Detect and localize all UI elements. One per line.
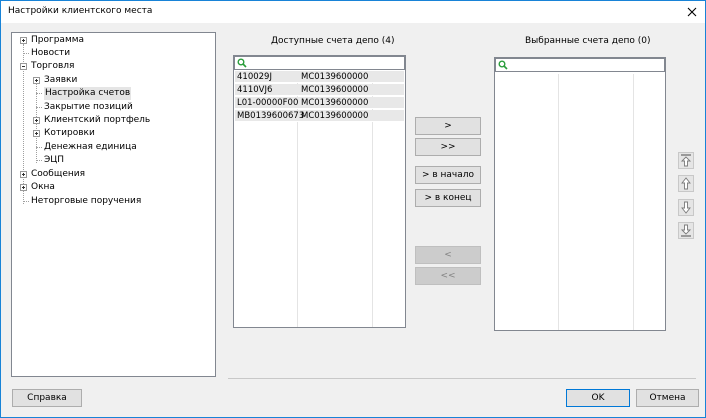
column-divider — [558, 74, 559, 330]
cancel-button[interactable]: Отмена — [636, 389, 699, 407]
move-to-bottom-icon — [680, 224, 692, 237]
title-bar: Настройки клиентского места — [1, 1, 705, 23]
move-to-start-button[interactable]: > в начало — [415, 166, 481, 184]
remove-all-button[interactable]: << — [415, 267, 481, 285]
close-button[interactable] — [679, 1, 705, 23]
footer-separator — [228, 378, 696, 379]
settings-dialog: Настройки клиентского места Программа Но… — [0, 0, 706, 418]
expand-icon[interactable] — [33, 130, 40, 137]
close-icon — [687, 7, 697, 17]
selected-accounts-title: Выбранные счета депо (0) — [525, 36, 651, 46]
table-row[interactable]: 4110VJ6 MC0139600000 — [235, 84, 404, 96]
search-icon — [498, 60, 508, 70]
table-row[interactable]: L01-00000F00 MC0139600000 — [235, 97, 404, 109]
expand-icon[interactable] — [33, 117, 40, 124]
remove-one-button[interactable]: < — [415, 246, 481, 264]
selected-search-field[interactable] — [495, 58, 665, 72]
search-icon — [237, 58, 247, 68]
move-to-top-icon — [680, 154, 692, 167]
expand-icon[interactable] — [20, 184, 27, 191]
add-all-button[interactable]: >> — [415, 138, 481, 156]
move-to-top-button[interactable] — [678, 152, 694, 169]
move-to-end-button[interactable]: > в конец — [415, 189, 481, 207]
help-button[interactable]: Справка — [12, 389, 82, 407]
add-one-button[interactable]: > — [415, 117, 481, 135]
settings-tree[interactable]: Программа Новости Торговля Заявки Настро… — [11, 32, 216, 377]
collapse-icon[interactable] — [20, 63, 27, 70]
move-up-button[interactable] — [678, 175, 694, 192]
expand-icon[interactable] — [33, 77, 40, 84]
move-down-button[interactable] — [678, 199, 694, 216]
column-divider — [633, 74, 634, 330]
expand-icon[interactable] — [20, 37, 27, 44]
window-title: Настройки клиентского места — [8, 6, 153, 16]
expand-icon[interactable] — [20, 171, 27, 178]
available-accounts-title: Доступные счета депо (4) — [271, 36, 395, 46]
available-search-field[interactable] — [234, 56, 405, 70]
move-up-icon — [681, 177, 691, 190]
table-row[interactable]: 410029J MC0139600000 — [235, 71, 404, 83]
ok-button[interactable]: OK — [566, 389, 630, 407]
table-row[interactable]: MB0139600673 MC0139600000 — [235, 110, 404, 122]
move-down-icon — [681, 201, 691, 214]
available-accounts-list[interactable]: 410029J MC0139600000 4110VJ6 MC013960000… — [233, 55, 406, 328]
selected-accounts-list[interactable] — [494, 57, 666, 331]
move-to-bottom-button[interactable] — [678, 222, 694, 239]
